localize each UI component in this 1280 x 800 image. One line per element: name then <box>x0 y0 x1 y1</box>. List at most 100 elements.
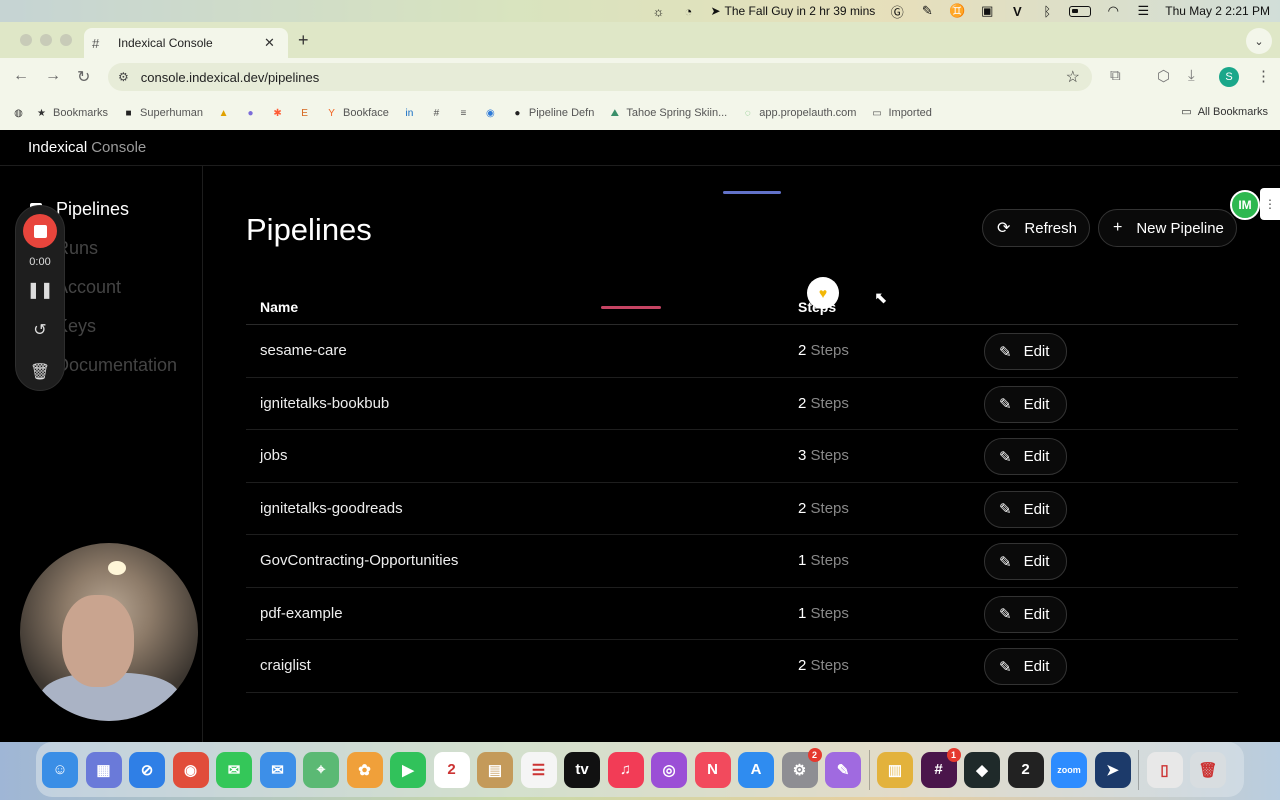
browser-tab-active[interactable]: # Indexical Console ✕ <box>84 28 288 58</box>
menubar-clock[interactable]: Thu May 2 2:21 PM <box>1165 4 1270 18</box>
dock-notes-app-icon[interactable]: ▤ <box>477 751 513 788</box>
control-center-icon[interactable]: ☰ <box>1135 3 1151 18</box>
tab-search-chevron-icon[interactable]: ⌄ <box>1246 28 1272 54</box>
pipeline-name[interactable]: sesame-care <box>260 342 347 359</box>
bookmark-item[interactable]: # <box>430 107 443 120</box>
pipeline-name[interactable]: craiglist <box>260 657 311 674</box>
bluetooth-icon[interactable]: ᛒ <box>1039 4 1055 19</box>
battery-icon[interactable] <box>1069 5 1092 17</box>
minimize-window-button[interactable] <box>40 34 52 46</box>
bookmark-item[interactable]: ★ Bookmarks <box>35 107 108 120</box>
bookmark-star-icon[interactable]: ☆ <box>1066 67 1080 87</box>
sidebar-item-pipelines[interactable]: Pipelines <box>30 199 129 220</box>
pipeline-name[interactable]: ignitetalks-goodreads <box>260 500 403 517</box>
edit-button[interactable]: ✎ Edit <box>984 490 1067 528</box>
bookmark-item[interactable]: ◉ <box>484 107 497 120</box>
refresh-button[interactable]: ⟳ Refresh <box>982 209 1090 247</box>
pipeline-name[interactable]: jobs <box>260 447 288 464</box>
bookmark-item[interactable]: Y Bookface <box>325 107 389 120</box>
dock-safari-icon[interactable]: ⊘ <box>129 751 165 788</box>
pipeline-name[interactable]: ignitetalks-bookbub <box>260 395 389 412</box>
now-playing-status[interactable]: ➤ The Fall Guy in 2 hr 39 mins <box>710 4 875 18</box>
sun-icon[interactable]: ☼ <box>650 4 666 19</box>
edit-button[interactable]: ✎ Edit <box>984 333 1067 370</box>
webcam-bubble[interactable] <box>20 543 198 721</box>
bookmark-item[interactable]: ▭ Imported <box>870 107 932 120</box>
dock-maps-icon[interactable]: ⌖ <box>303 751 339 788</box>
bookmark-item[interactable]: ✱ <box>271 107 284 120</box>
dock-music-icon[interactable]: ♫ <box>607 751 644 788</box>
bookmark-globe[interactable]: ◍ <box>12 107 25 120</box>
dock-documents-icon[interactable]: ▯ <box>1146 751 1183 788</box>
zoom-window-button[interactable] <box>60 34 72 46</box>
timer-icon[interactable]: ◔ <box>680 4 696 19</box>
edit-button[interactable]: ✎ Edit <box>984 438 1067 475</box>
usb-icon[interactable]: ▣ <box>979 3 995 18</box>
bookmark-item[interactable]: ◌ app.propelauth.com <box>741 107 857 120</box>
dock-messages-icon[interactable]: ✉ <box>216 751 252 788</box>
wifi-icon[interactable]: ◠ <box>1105 3 1121 18</box>
dock-finder-icon[interactable]: ☺ <box>42 751 78 788</box>
dock-apple-tv-icon[interactable]: tv <box>564 751 600 788</box>
dock-app-store-icon[interactable]: A <box>738 751 774 788</box>
dock-system-settings-icon[interactable]: ⚙ 2 <box>781 747 822 788</box>
dock-facetime-icon[interactable]: ▶ <box>390 751 426 788</box>
column-header-name[interactable]: Name <box>260 299 298 315</box>
dock-news-icon[interactable]: N <box>694 751 731 788</box>
dock-calendar-icon[interactable]: 2 <box>433 751 470 788</box>
new-pipeline-button[interactable]: + New Pipeline <box>1098 209 1237 247</box>
close-window-button[interactable] <box>20 34 32 46</box>
extension-shield-icon[interactable]: ⬡ <box>1157 67 1170 85</box>
grammarly-icon[interactable]: Ⓖ <box>889 4 905 20</box>
dock-podcasts-icon[interactable]: ◎ <box>651 751 687 788</box>
profile-avatar[interactable]: S <box>1219 67 1239 87</box>
downloads-icon[interactable]: ⤓ <box>1188 67 1195 84</box>
bookmark-item[interactable]: ≡ <box>457 107 470 120</box>
dock-reminders-icon[interactable]: ☰ <box>520 751 557 788</box>
pipeline-name[interactable]: pdf-example <box>260 605 343 622</box>
dock-send-app-icon[interactable]: ➤ <box>1094 751 1131 788</box>
pipeline-name[interactable]: GovContracting-Opportunities <box>260 552 458 569</box>
reload-icon[interactable]: ↻ <box>77 67 90 87</box>
dock-zoom-icon[interactable]: zoom <box>1051 751 1087 788</box>
dock-notion-like-icon[interactable]: ◆ <box>964 751 1000 788</box>
all-bookmarks-link[interactable]: ▭ All Bookmarks <box>1181 105 1268 119</box>
sidebar-item-account[interactable]: Account <box>56 277 121 298</box>
bookmark-item[interactable]: ● Pipeline Defn <box>511 107 594 120</box>
forward-arrow-icon[interactable]: → <box>45 67 61 85</box>
edit-button[interactable]: ✎ Edit <box>984 595 1067 633</box>
dock-slack-icon[interactable]: #1 <box>920 747 961 788</box>
dock-pen-app-icon[interactable]: ✎ <box>825 751 861 788</box>
dock-stacks-icon[interactable]: ▥ <box>877 751 913 788</box>
edit-button[interactable]: ✎ Edit <box>984 385 1067 423</box>
bookmark-item[interactable]: ⛰ Tahoe Spring Skiin... <box>608 107 728 120</box>
pause-recording-icon[interactable]: ❚❚ <box>16 280 64 300</box>
pod-icon[interactable]: ♊ <box>949 3 965 18</box>
close-tab-icon[interactable]: ✕ <box>264 35 278 51</box>
im-extension-badge[interactable]: IM <box>1230 190 1260 220</box>
dock-trash-icon[interactable]: 🗑 <box>1190 751 1226 788</box>
bookmark-item[interactable]: E <box>298 107 311 120</box>
delete-recording-icon[interactable]: 🗑 <box>16 362 64 382</box>
extensions-puzzle-icon[interactable]: ⧉ <box>1110 67 1121 84</box>
browser-menu-kebab-icon[interactable]: ⋮ <box>1256 67 1271 85</box>
brand-name[interactable]: Indexical <box>28 139 87 156</box>
bookmark-item[interactable]: in <box>403 107 416 120</box>
edit-button[interactable]: ✎ Edit <box>984 648 1067 685</box>
drag-handle-icon[interactable]: ⋮ <box>1260 188 1280 220</box>
v-icon[interactable]: V <box>1009 4 1025 19</box>
restart-recording-icon[interactable]: ↺ <box>16 320 64 340</box>
stop-recording-button[interactable] <box>23 214 57 248</box>
dock-mail-icon[interactable]: ✉ <box>259 751 296 788</box>
bookmark-item[interactable]: ● <box>244 107 257 120</box>
url-text[interactable]: console.indexical.dev/pipelines <box>141 70 1066 85</box>
edit-button[interactable]: ✎ Edit <box>984 543 1067 580</box>
back-arrow-icon[interactable]: ← <box>13 67 29 85</box>
new-tab-button[interactable]: + <box>298 30 309 51</box>
feather-icon[interactable]: ✎ <box>919 3 935 18</box>
site-settings-icon[interactable]: ⚙ <box>118 70 129 84</box>
sidebar-item-documentation[interactable]: Documentation <box>56 355 177 376</box>
bookmark-item[interactable]: ▲ <box>217 107 230 120</box>
bookmark-item[interactable]: ■ Superhuman <box>122 107 204 120</box>
dock-chrome-icon[interactable]: ◉ <box>172 751 209 788</box>
